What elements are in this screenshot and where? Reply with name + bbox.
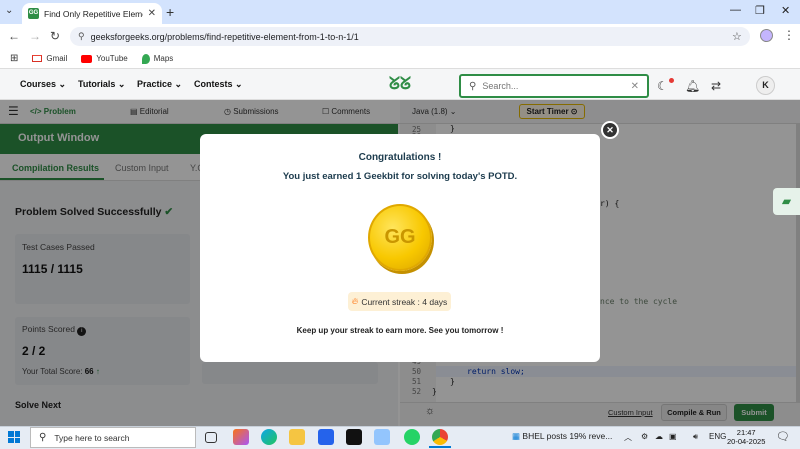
bookmark-star-icon[interactable]: ☆ bbox=[732, 30, 742, 43]
news-chart-icon: ▦ bbox=[512, 431, 521, 441]
bell-icon[interactable]: 🔔︎ bbox=[685, 79, 700, 93]
taskbar-clock[interactable]: 21:47 20-04-2025 bbox=[727, 428, 765, 446]
bookmark-gmail[interactable]: Gmail bbox=[32, 54, 67, 63]
notification-dot bbox=[669, 78, 674, 83]
window-close-icon[interactable]: ✕ bbox=[781, 4, 790, 17]
bookmark-maps[interactable]: Maps bbox=[141, 53, 173, 64]
nav-practice[interactable]: Practice ⌄ bbox=[137, 79, 182, 90]
news-widget[interactable]: ▦ BHEL posts 19% reve... bbox=[512, 431, 612, 442]
tray-cloud-icon[interactable]: ☁ bbox=[655, 432, 663, 441]
maps-icon bbox=[141, 53, 150, 64]
whatsapp-icon[interactable] bbox=[404, 429, 420, 445]
modal-message: You just earned 1 Geekbit for solving to… bbox=[282, 171, 518, 182]
profile-avatar[interactable] bbox=[760, 29, 773, 42]
new-tab-icon[interactable]: + bbox=[166, 4, 174, 20]
minimize-icon[interactable]: — bbox=[730, 4, 741, 16]
streak-badge: 🔥︎ Current streak : 4 days bbox=[348, 292, 451, 311]
browser-menu-icon[interactable]: ⋮ bbox=[783, 28, 795, 42]
browser-tab-active[interactable]: GG Find Only Repetitive Element fr ✕ bbox=[22, 3, 162, 24]
chat-icon[interactable]: ▰ bbox=[773, 188, 800, 215]
gmail-icon bbox=[32, 55, 43, 62]
translate-icon[interactable]: ⇄ bbox=[711, 79, 721, 93]
volume-icon[interactable]: 🔊︎ bbox=[693, 432, 698, 442]
bookmarks-bar: ⊞ Gmail YouTube Maps bbox=[0, 49, 800, 69]
nav-courses[interactable]: Courses ⌄ bbox=[20, 79, 66, 90]
theme-toggle-icon[interactable]: ☾ bbox=[657, 79, 668, 93]
site-info-icon[interactable]: ⚲ bbox=[78, 31, 85, 42]
tab-title: Find Only Repetitive Element fr bbox=[44, 8, 143, 19]
taskbar-search[interactable]: ⚲ Type here to search bbox=[30, 427, 196, 448]
url-text: geeksforgeeks.org/problems/find-repetiti… bbox=[90, 31, 359, 42]
search-input[interactable] bbox=[482, 81, 625, 91]
app-icon[interactable] bbox=[374, 429, 390, 445]
reload-icon[interactable]: ↻ bbox=[50, 29, 60, 43]
flame-icon: 🔥︎ bbox=[351, 296, 359, 306]
tray-chevron-icon[interactable]: ︿ bbox=[624, 432, 632, 443]
search-icon: ⚲ bbox=[469, 80, 477, 92]
search-icon: ⚲ bbox=[39, 432, 47, 443]
user-avatar[interactable]: K bbox=[756, 76, 775, 95]
tab-search-icon[interactable]: ⌄ bbox=[5, 5, 13, 16]
address-bar[interactable]: ⚲ geeksforgeeks.org/problems/find-repeti… bbox=[70, 27, 750, 46]
forward-icon[interactable]: → bbox=[29, 29, 41, 43]
tab-close-icon[interactable]: ✕ bbox=[148, 8, 156, 19]
copilot-icon[interactable] bbox=[233, 429, 249, 445]
restore-icon[interactable]: ❐ bbox=[755, 4, 765, 17]
keyboard-language[interactable]: ENG bbox=[709, 432, 726, 441]
clear-search-icon[interactable]: ✕ bbox=[631, 81, 639, 92]
youtube-icon bbox=[81, 54, 93, 63]
notifications-icon[interactable]: 🗨︎ bbox=[776, 430, 790, 443]
active-app-indicator bbox=[429, 446, 451, 448]
mail-icon[interactable] bbox=[318, 429, 334, 445]
file-explorer-icon[interactable] bbox=[289, 429, 305, 445]
nav-tutorials[interactable]: Tutorials ⌄ bbox=[78, 79, 125, 90]
modal-footer-text: Keep up your streak to earn more. See yo… bbox=[296, 326, 504, 335]
chrome-icon[interactable] bbox=[432, 429, 448, 445]
task-view-icon[interactable] bbox=[205, 432, 217, 443]
bookmark-youtube[interactable]: YouTube bbox=[81, 54, 128, 63]
apps-grid-icon[interactable]: ⊞ bbox=[10, 53, 18, 64]
geekbit-coin-icon: GG bbox=[368, 204, 432, 271]
tray-network-icon[interactable]: ▣ bbox=[669, 432, 677, 441]
modal-close-icon[interactable]: ✕ bbox=[601, 121, 619, 139]
edge-icon[interactable] bbox=[261, 429, 277, 445]
back-icon[interactable]: ← bbox=[8, 29, 20, 43]
tray-app-icon[interactable]: ⚙ bbox=[641, 432, 648, 441]
gfg-logo[interactable]: ᘜᘜ bbox=[380, 73, 420, 95]
search-box[interactable]: ⚲ ✕ bbox=[459, 74, 649, 98]
terminal-icon[interactable] bbox=[346, 429, 362, 445]
gfg-favicon-icon: GG bbox=[28, 8, 39, 19]
nav-contests[interactable]: Contests ⌄ bbox=[194, 79, 243, 90]
modal-heading: Congratulations ! bbox=[358, 152, 442, 163]
windows-start-icon[interactable] bbox=[8, 431, 20, 443]
